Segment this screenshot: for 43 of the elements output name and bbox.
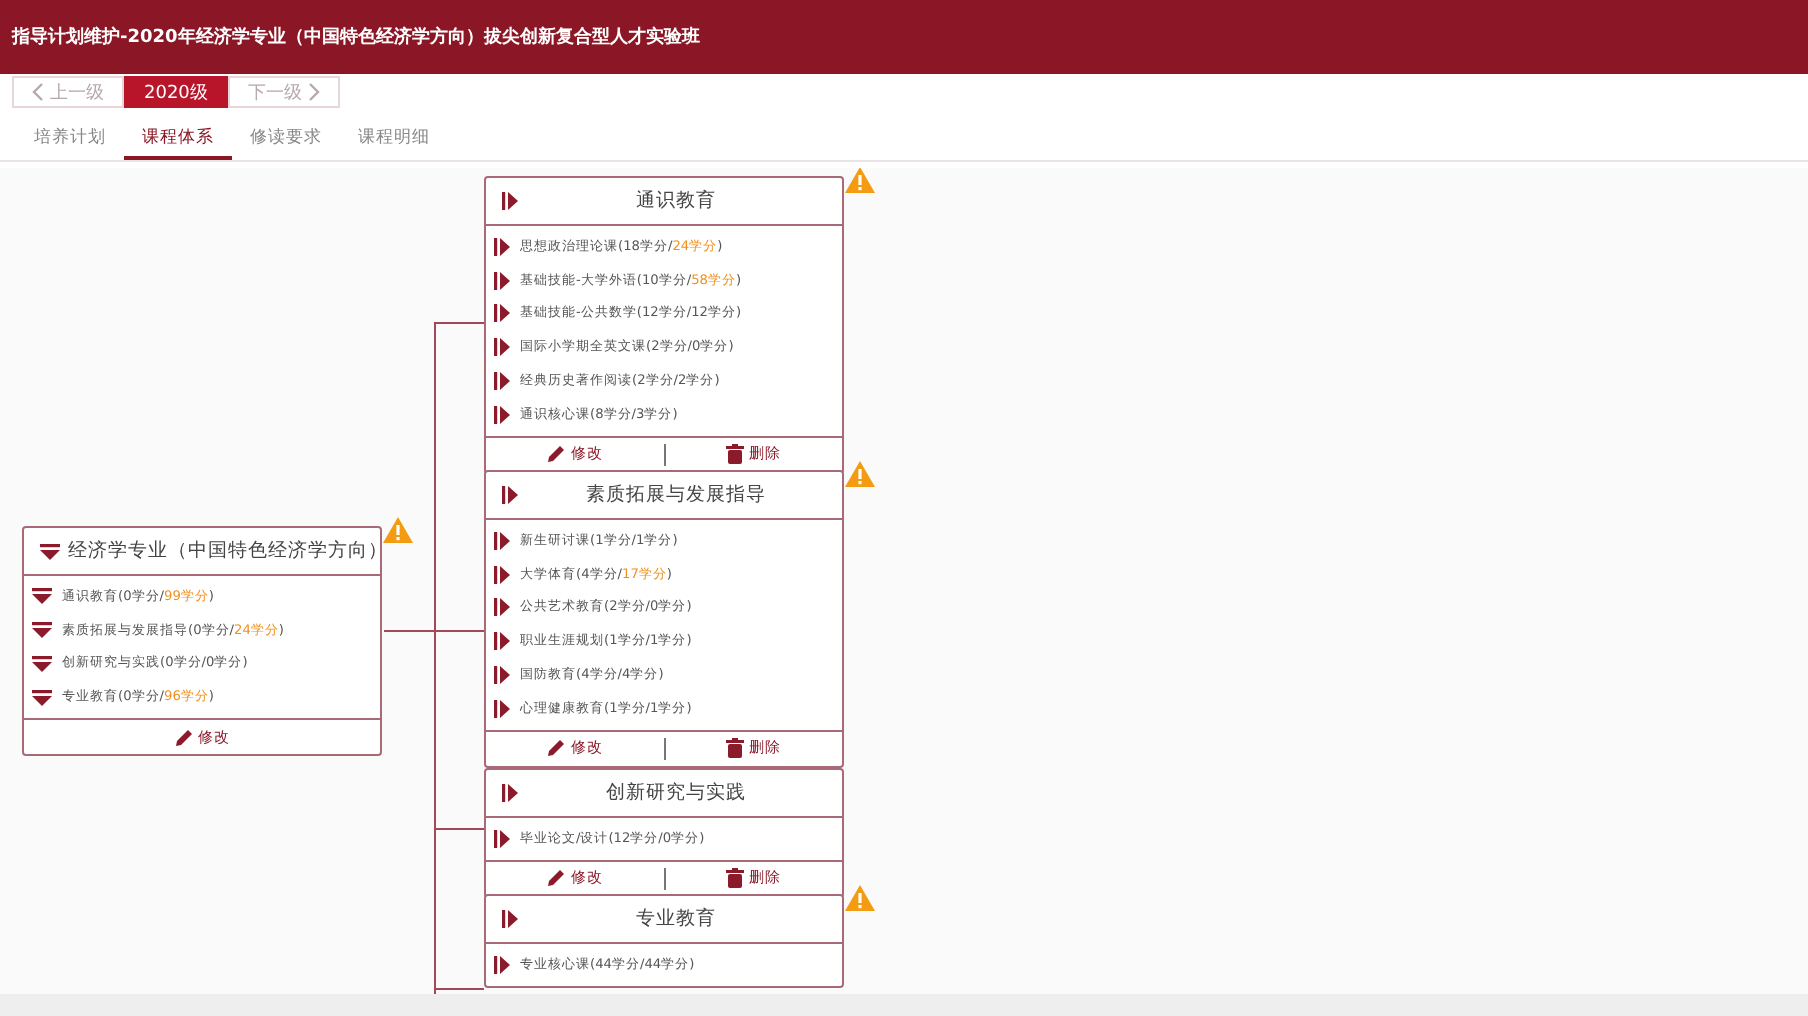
pencil-icon xyxy=(174,727,194,748)
expand-icon xyxy=(494,829,510,848)
expand-icon xyxy=(494,666,510,685)
expand-icon xyxy=(494,372,510,391)
node-title: 通识教育 xyxy=(634,188,718,214)
pencil-icon xyxy=(546,738,567,759)
expand-icon xyxy=(502,910,518,928)
trash-icon xyxy=(726,738,745,759)
collapse-icon xyxy=(32,588,52,605)
tab[interactable]: 修读要求 xyxy=(232,120,340,160)
trash-icon xyxy=(726,868,745,889)
tab[interactable]: 课程体系 xyxy=(124,120,232,160)
expand-icon xyxy=(494,531,510,550)
expand-icon xyxy=(494,598,510,617)
node-title: 素质拓展与发展指导 xyxy=(584,482,768,508)
chevron-right-icon xyxy=(307,82,320,102)
expand-icon xyxy=(494,338,510,357)
expand-icon xyxy=(494,271,510,290)
node-title: 专业教育 xyxy=(634,906,718,932)
node-title: 创新研究与实践 xyxy=(604,780,748,806)
collapse-icon xyxy=(32,655,52,672)
page-title: 指导计划维护-2020年经济学专业（中国特色经济学方向）拔尖创新复合型人才实验班 xyxy=(12,24,700,50)
expand-icon xyxy=(502,784,518,802)
node-title: 经济学专业（中国特色经济学方向） xyxy=(68,538,388,564)
expand-icon xyxy=(494,699,510,718)
collapse-icon xyxy=(32,689,52,706)
collapse-icon xyxy=(40,543,60,559)
tab[interactable]: 培养计划 xyxy=(16,120,124,160)
expand-icon xyxy=(494,955,510,974)
expand-icon xyxy=(502,486,518,504)
grade-button[interactable]: 2020级 xyxy=(124,76,228,108)
expand-icon xyxy=(494,304,510,323)
chevron-left-icon xyxy=(32,82,44,102)
expand-icon xyxy=(494,237,510,256)
pencil-icon xyxy=(546,444,567,465)
tab[interactable]: 课程明细 xyxy=(340,120,448,160)
expand-icon xyxy=(494,632,510,651)
collapse-icon xyxy=(32,622,52,639)
expand-icon xyxy=(494,405,510,424)
expand-icon xyxy=(494,565,510,584)
trash-icon xyxy=(726,444,745,465)
expand-icon xyxy=(502,192,518,210)
pencil-icon xyxy=(546,868,567,889)
